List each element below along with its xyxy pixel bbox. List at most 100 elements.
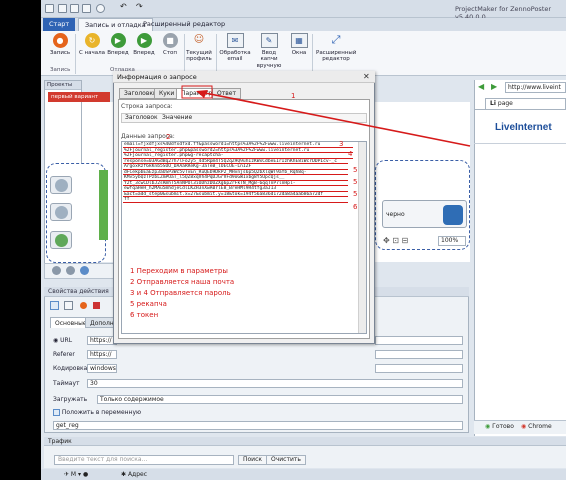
ready-status: ◉ Готово <box>485 423 514 430</box>
address-label: ✱ Адрес <box>121 471 147 478</box>
annotation-note: 5 рекапча <box>130 300 167 308</box>
underline-annotation <box>123 158 353 159</box>
group-label-record: Запись <box>50 67 71 73</box>
underline-annotation <box>123 202 348 203</box>
load-select[interactable]: Только содержимое <box>97 395 463 404</box>
ribbon-separator <box>312 34 313 74</box>
projects-header: Проекты <box>45 81 81 90</box>
stop-icon: ■ <box>162 33 178 48</box>
divider <box>474 109 566 110</box>
encoding-select[interactable]: windows <box>87 364 117 373</box>
referer-field-end[interactable] <box>375 350 463 359</box>
stop-small-icon[interactable] <box>93 302 100 309</box>
ribbon-separator <box>216 34 217 74</box>
url-field-end[interactable] <box>375 336 463 345</box>
textarea-scrollbar[interactable] <box>358 142 366 333</box>
canvas-block-label: черно <box>386 211 405 218</box>
globe-icon[interactable] <box>96 4 105 13</box>
annotation-number-6: 6 <box>353 203 358 211</box>
checkbox-icon[interactable] <box>53 409 60 416</box>
action-block[interactable] <box>50 176 72 194</box>
action-block[interactable] <box>50 231 72 249</box>
settings-icon[interactable] <box>52 266 61 275</box>
timeout-field[interactable]: 30 <box>87 379 463 388</box>
save-icon[interactable] <box>82 4 91 13</box>
url-label: ◉ URL <box>53 337 73 344</box>
annotation-number-2: 2 <box>166 133 171 141</box>
action-icon <box>54 179 68 192</box>
menu-dropdown-icon[interactable]: ✈ M ▾ ● <box>64 471 88 478</box>
action-icon <box>54 234 68 247</box>
status-bar <box>41 469 566 480</box>
annotation-note: 1 Переходим в параметры <box>130 267 228 275</box>
email-processing-button[interactable]: ✉ Обработка email <box>219 33 251 63</box>
load-label: Загружать <box>53 396 88 403</box>
li-icon: Li <box>490 100 496 107</box>
underline-annotation <box>123 163 348 164</box>
annotation-number-5c: 5 <box>353 190 358 198</box>
project-tab[interactable]: первый вариант <box>48 92 110 102</box>
underline-annotation <box>123 196 348 197</box>
open-folder-icon[interactable] <box>70 4 79 13</box>
new-file-icon[interactable] <box>58 4 67 13</box>
browser-panel <box>474 80 566 436</box>
col-header: Заголовок <box>125 114 158 121</box>
search-button[interactable]: Поиск <box>238 455 268 465</box>
windows-button[interactable]: ▦ Окна <box>283 33 315 56</box>
browser-tab[interactable]: Li page <box>485 98 566 109</box>
put-var-label: Положить в переменную <box>53 409 141 416</box>
folder-icon[interactable] <box>66 266 75 275</box>
manual-captcha-button[interactable]: ✎ Ввод капчи вручную <box>253 33 285 69</box>
stop-button[interactable]: ■ Стоп <box>154 33 186 56</box>
windows-icon: ▦ <box>290 33 308 48</box>
current-profile-button[interactable]: ☺ Текущий профиль <box>183 33 215 63</box>
variable-field[interactable]: get_reg <box>53 421 463 430</box>
red-arrow <box>181 85 471 147</box>
referer-label: Referer <box>53 351 75 358</box>
record-small-icon[interactable] <box>80 302 87 309</box>
properties-list-icon[interactable] <box>64 301 73 310</box>
underline-annotation <box>123 191 348 192</box>
action-block[interactable] <box>50 203 72 221</box>
annotation-note: 3 и 4 Отправляется пароль <box>130 289 231 297</box>
forward-arrow-icon[interactable]: ▶ <box>491 82 497 91</box>
refresh-icon <box>443 205 463 225</box>
undo-icon[interactable]: ↶ <box>120 2 129 11</box>
query-string-label: Строка запроса: <box>121 103 173 110</box>
play-icon: ▶ <box>110 33 126 48</box>
underline-annotation <box>123 180 348 181</box>
annotation-number-5: 5 <box>353 166 358 174</box>
tab-advanced-editor[interactable]: Расширенный редактор <box>137 18 231 31</box>
zoom-select[interactable]: 100% <box>438 236 466 246</box>
tab-start[interactable]: Старт <box>43 18 75 31</box>
record-icon: ● <box>52 33 68 48</box>
underline-annotation <box>123 169 348 170</box>
list-icon[interactable] <box>80 266 89 275</box>
record-button[interactable]: ● Запись <box>44 33 76 56</box>
close-icon[interactable]: ✕ <box>363 72 370 81</box>
move-tool-icon[interactable]: ✥ ⊡ ⊟ <box>383 236 408 245</box>
clear-button[interactable]: Очистить <box>266 455 306 465</box>
properties-grid-icon[interactable] <box>50 301 59 310</box>
action-block-right[interactable]: черно <box>382 200 467 228</box>
envelope-icon: ✉ <box>226 33 244 48</box>
traffic-search-input[interactable]: Введите текст для поиска... <box>54 455 234 465</box>
redo-icon[interactable]: ↷ <box>136 2 145 11</box>
black-margin <box>0 0 41 480</box>
liveinternet-logo[interactable]: LiveInternet <box>495 122 552 133</box>
divider <box>474 143 566 144</box>
expand-icon: ⤢ <box>331 33 341 46</box>
annotation-number-5b: 5 <box>353 178 358 186</box>
pin-icon: ✱ <box>121 471 128 478</box>
referer-field[interactable]: https:// <box>87 350 117 359</box>
restart-icon: ↻ <box>84 33 100 48</box>
underline-annotation <box>123 174 348 175</box>
advanced-editor-button[interactable]: ⤢ Расширенный редактор <box>316 33 356 63</box>
person-icon: ☺ <box>193 34 205 45</box>
annotation-note: 2 Отправляется наша почта <box>130 278 235 286</box>
encoding-label: Кодировка <box>53 365 88 372</box>
timeout-label: Таймаут <box>53 380 80 387</box>
annotation-note: 6 токен <box>130 311 159 319</box>
browser-address-bar[interactable]: http://www.liveint <box>505 82 566 93</box>
encoding-select-end[interactable] <box>375 364 463 373</box>
